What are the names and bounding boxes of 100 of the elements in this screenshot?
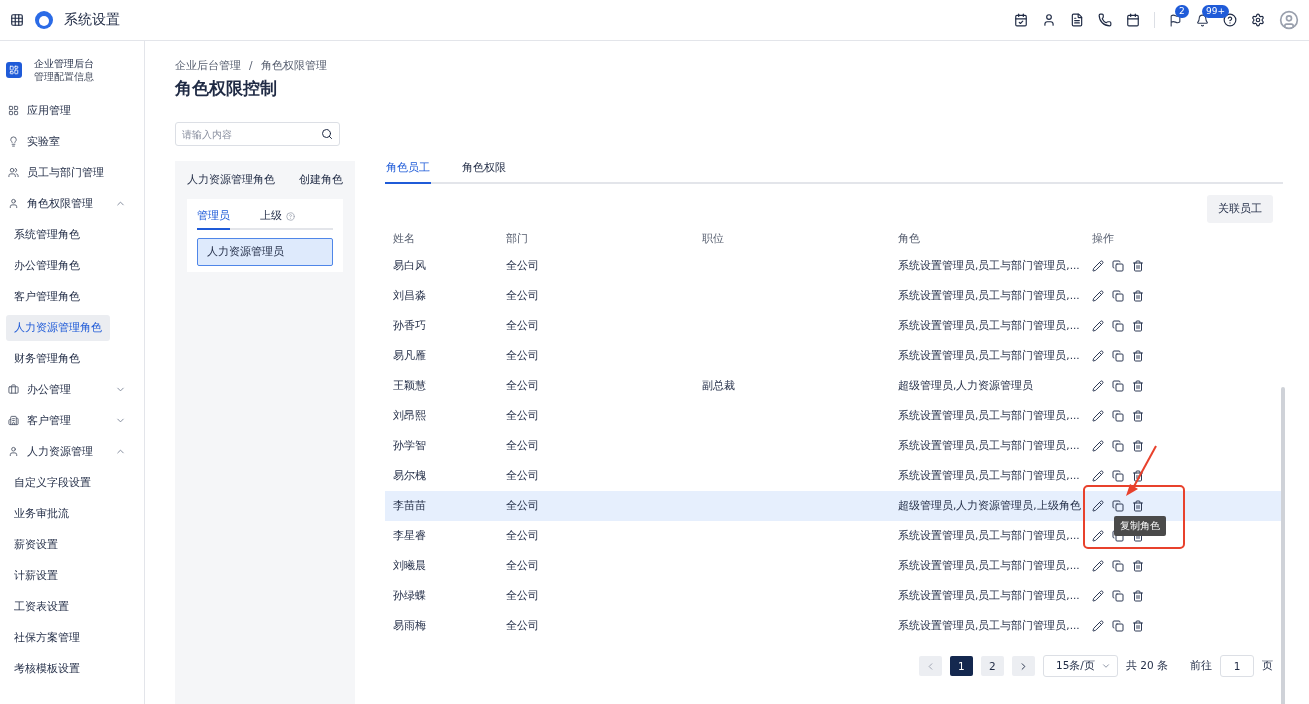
role-tab[interactable]: 上级 [260, 209, 295, 230]
avatar-icon[interactable] [1279, 10, 1299, 30]
logo-icon [34, 10, 54, 30]
building-icon [8, 415, 19, 426]
sidebar-subitem[interactable]: 社保方案管理 [6, 624, 88, 651]
sidebar-subitem[interactable]: 系统管理角色 [6, 221, 88, 248]
table-cell-text: 易雨梅 [392, 618, 427, 633]
page-input[interactable]: 1 [1220, 655, 1254, 677]
trash-icon[interactable] [1132, 560, 1144, 572]
breadcrumb-item[interactable]: 角色权限管理 [260, 59, 327, 73]
scrollbar[interactable] [1281, 387, 1285, 704]
sidebar-subitem[interactable]: 自定义字段设置 [6, 469, 99, 496]
edit-icon[interactable] [1092, 410, 1104, 422]
table-cell-text: 全公司 [505, 258, 540, 273]
copy-icon[interactable] [1112, 560, 1124, 572]
trash-icon[interactable] [1132, 470, 1144, 482]
edit-icon[interactable] [1092, 440, 1104, 452]
sidebar-subitem[interactable]: 办公管理角色 [6, 252, 88, 279]
page-size-select[interactable]: 15条/页 [1042, 655, 1118, 677]
table-cell-text: 刘昂熙 [392, 408, 427, 423]
copy-icon[interactable] [1112, 320, 1124, 332]
help-icon[interactable] [1223, 13, 1237, 27]
sidebar-subitem[interactable]: 工资表设置 [6, 593, 77, 620]
copy-icon[interactable] [1112, 620, 1124, 632]
page-button[interactable]: 1 [949, 656, 973, 676]
phone-icon[interactable] [1098, 13, 1112, 27]
sidebar-item[interactable]: 应用管理 [27, 103, 71, 118]
settings-icon[interactable] [1251, 13, 1265, 27]
sidebar-subitem[interactable]: 业务审批流 [6, 500, 77, 527]
role-item[interactable]: 人力资源管理员 [197, 238, 333, 266]
link-employee-button[interactable]: 关联员工 [1207, 195, 1273, 223]
sidebar-item[interactable]: 客户管理 [27, 413, 71, 428]
copy-icon[interactable] [1112, 530, 1124, 542]
edit-icon[interactable] [1092, 260, 1104, 272]
edit-icon[interactable] [1092, 380, 1104, 392]
role-tab[interactable]: 管理员 [197, 209, 230, 230]
briefcase-icon [8, 384, 19, 395]
trash-icon[interactable] [1132, 500, 1144, 512]
trash-icon[interactable] [1132, 320, 1144, 332]
column-header: 职位 [701, 231, 725, 246]
column-header: 角色 [897, 231, 921, 246]
trash-icon[interactable] [1132, 410, 1144, 422]
sidebar-subitem[interactable]: 考核模板设置 [6, 655, 88, 682]
trash-icon[interactable] [1132, 620, 1144, 632]
calendar-icon[interactable] [1126, 13, 1140, 27]
role-group-title: 人力资源管理角色 [187, 173, 275, 187]
sidebar-item[interactable]: 实验室 [27, 134, 60, 149]
edit-icon[interactable] [1092, 320, 1104, 332]
search-icon[interactable] [321, 128, 333, 140]
sidebar-subitem[interactable]: 财务管理角色 [6, 345, 88, 372]
tooltip: 复制角色 [1114, 516, 1166, 536]
copy-icon[interactable] [1112, 410, 1124, 422]
table-cell-text: 孙香巧 [392, 318, 427, 333]
copy-icon[interactable] [1112, 260, 1124, 272]
trash-icon[interactable] [1132, 290, 1144, 302]
edit-icon[interactable] [1092, 620, 1104, 632]
sidebar-subitem[interactable]: 薪资设置 [6, 531, 66, 558]
copy-icon[interactable] [1112, 440, 1124, 452]
sidebar-item[interactable]: 员工与部门管理 [27, 165, 104, 180]
table-cell-text: 王颖慧 [392, 378, 427, 393]
person-icon[interactable] [1042, 13, 1056, 27]
trash-icon[interactable] [1132, 260, 1144, 272]
page-button[interactable]: 2 [980, 656, 1004, 676]
create-role-link[interactable]: 创建角色 [299, 173, 343, 187]
trash-icon[interactable] [1132, 590, 1144, 602]
sidebar-item[interactable]: 人力资源管理 [27, 444, 93, 459]
edit-icon[interactable] [1092, 530, 1104, 542]
breadcrumb-item[interactable]: 企业后台管理 [175, 59, 241, 73]
edit-icon[interactable] [1092, 350, 1104, 362]
copy-icon[interactable] [1112, 350, 1124, 362]
table-cell-text: 全公司 [505, 348, 540, 363]
calendar-check-icon[interactable] [1014, 13, 1028, 27]
table-cell-text: 全公司 [505, 468, 540, 483]
copy-icon[interactable] [1112, 290, 1124, 302]
tab[interactable]: 角色员工 [385, 161, 431, 184]
copy-icon[interactable] [1112, 380, 1124, 392]
trash-icon[interactable] [1132, 440, 1144, 452]
edit-icon[interactable] [1092, 470, 1104, 482]
copy-icon[interactable] [1112, 590, 1124, 602]
search-field[interactable]: 请输入内容 [175, 122, 340, 146]
edit-icon[interactable] [1092, 500, 1104, 512]
sidebar-item[interactable]: 办公管理 [27, 382, 71, 397]
trash-icon[interactable] [1132, 350, 1144, 362]
sidebar-subitem[interactable]: 人力资源管理角色 [6, 314, 110, 341]
sidebar-item[interactable]: 角色权限管理 [27, 196, 93, 211]
edit-icon[interactable] [1092, 560, 1104, 572]
document-icon[interactable] [1070, 13, 1084, 27]
edit-icon[interactable] [1092, 290, 1104, 302]
menu-icon[interactable] [10, 13, 24, 27]
table-cell-text: 系统设置管理员,员工与部门管理员,... [897, 258, 1081, 273]
flag-icon[interactable] [1169, 13, 1182, 27]
table-cell-text: 系统设置管理员,员工与部门管理员,... [897, 318, 1081, 333]
sidebar-subitem[interactable]: 计薪设置 [6, 562, 66, 589]
trash-icon[interactable] [1132, 380, 1144, 392]
bell-icon[interactable] [1196, 13, 1209, 27]
tab[interactable]: 角色权限 [461, 161, 507, 184]
copy-icon[interactable] [1112, 470, 1124, 482]
edit-icon[interactable] [1092, 590, 1104, 602]
sidebar-subitem[interactable]: 客户管理角色 [6, 283, 88, 310]
copy-icon[interactable] [1112, 500, 1124, 512]
